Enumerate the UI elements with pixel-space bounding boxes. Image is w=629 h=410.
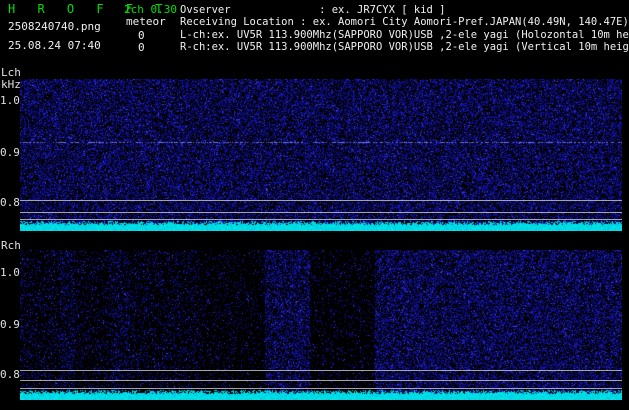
lch-label: Lch: [1, 66, 21, 79]
lch-freq-label: 1.0: [0, 94, 20, 107]
lch-freq-label: 0.8: [0, 196, 20, 209]
rch-freq-label: 0.9: [0, 318, 20, 331]
rch-info-line: R-ch:ex. UV5R 113.900Mhz(SAPPORO VOR)USB…: [180, 41, 629, 53]
rch-guide-line: [20, 388, 622, 389]
unit-label: kHz: [1, 78, 21, 91]
lch-spectrogram: [20, 79, 622, 231]
lch-info-line: L-ch:ex. UV5R 113.900Mhz(SAPPORO VOR)USB…: [180, 29, 629, 41]
lch-guide-line: [20, 212, 622, 213]
rch-spectrogram: [20, 250, 622, 400]
rch-freq-label: 1.0: [0, 266, 20, 279]
lch-freq-label: 0.9: [0, 146, 20, 159]
lch-guide-line: [20, 200, 622, 201]
rch-freq-label: 0.8: [0, 368, 20, 381]
lch-waterfall-canvas: [20, 79, 622, 231]
file-name: 2508240740.png: [8, 20, 101, 33]
rch-label: Rch: [1, 239, 21, 252]
meteor-count-r: 0: [138, 41, 145, 54]
observer-line: Ovserver : ex. JR7CYX [ kid ]: [180, 4, 446, 16]
lch-guide-line: [20, 219, 622, 220]
date-time: 25.08.24 07:40: [8, 39, 101, 52]
rch-waterfall-canvas: [20, 250, 622, 400]
location-line: Receiving Location : ex. Aomori City Aom…: [180, 16, 629, 28]
rch-guide-line: [20, 370, 622, 371]
meteor-label: meteor: [126, 15, 166, 28]
rch-guide-line: [20, 380, 622, 381]
